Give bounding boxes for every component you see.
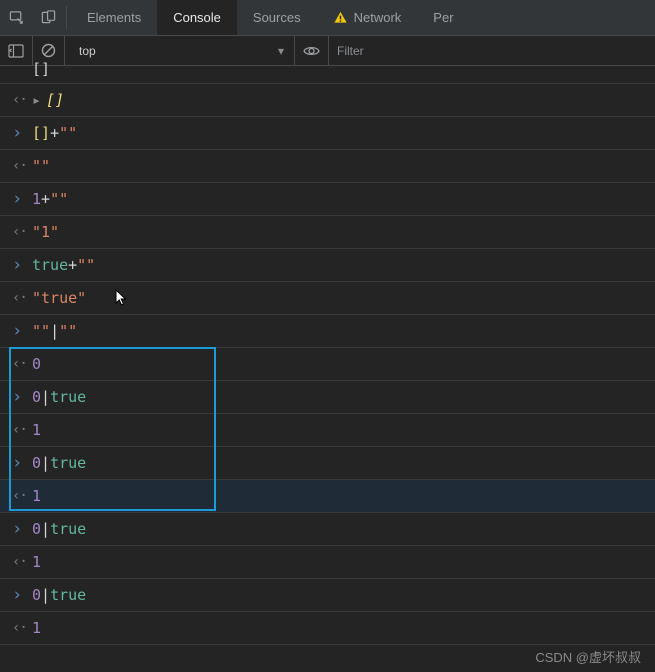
console-row[interactable]: ›0|true <box>0 381 655 414</box>
device-icon <box>41 10 56 25</box>
input-arrow-icon: › <box>6 585 32 605</box>
console-row[interactable]: ‹·"1" <box>0 216 655 249</box>
toggle-device-button[interactable] <box>32 0 64 35</box>
console-row[interactable]: ‹·"" <box>0 150 655 183</box>
disclosure-triangle-icon[interactable]: ▸ <box>32 91 46 109</box>
output-arrow-icon: ‹· <box>6 224 32 240</box>
row-content: 1 <box>32 619 41 637</box>
console-row[interactable]: ›""|"" <box>0 315 655 348</box>
row-content: [] <box>46 91 64 109</box>
warning-icon <box>333 10 348 25</box>
console-row[interactable]: ‹·1 <box>0 480 655 513</box>
output-arrow-icon: ‹· <box>6 554 32 570</box>
console-row[interactable]: ›true+"" <box>0 249 655 282</box>
row-content: 0|true <box>32 586 86 604</box>
console-output: []‹·▸[]›[]+""‹·""›1+""‹·"1"›true+""‹·"tr… <box>0 66 655 645</box>
output-arrow-icon: ‹· <box>6 290 32 306</box>
eye-icon <box>303 45 320 57</box>
row-content: "1" <box>32 223 59 241</box>
live-expression-button[interactable] <box>295 36 329 65</box>
tab-performance-cut[interactable]: Per <box>417 0 457 35</box>
row-content: ""|"" <box>32 322 77 340</box>
input-arrow-icon: › <box>6 255 32 275</box>
sidebar-icon <box>8 44 24 58</box>
context-label: top <box>79 44 96 58</box>
row-content: 0 <box>32 355 41 373</box>
clear-icon <box>41 43 56 58</box>
console-row[interactable]: ›0|true <box>0 579 655 612</box>
console-row[interactable]: ‹·1 <box>0 546 655 579</box>
row-content: 0|true <box>32 388 86 406</box>
chevron-down-icon: ▾ <box>278 44 284 58</box>
row-content: 0|true <box>32 454 86 472</box>
console-row[interactable]: ‹·1 <box>0 414 655 447</box>
output-arrow-icon: ‹· <box>6 620 32 636</box>
console-row[interactable]: ‹·"true" <box>0 282 655 315</box>
inspect-icon <box>9 10 24 25</box>
tab-console[interactable]: Console <box>157 0 237 35</box>
inspect-element-button[interactable] <box>0 0 32 35</box>
row-content: 1 <box>32 487 41 505</box>
output-arrow-icon: ‹· <box>6 422 32 438</box>
toggle-console-sidebar-button[interactable] <box>0 36 33 65</box>
row-content: 1 <box>32 421 41 439</box>
output-arrow-icon: ‹· <box>6 356 32 372</box>
console-toolbar: top ▾ <box>0 36 655 66</box>
console-row[interactable]: ›1+"" <box>0 183 655 216</box>
row-content: "true" <box>32 289 86 307</box>
row-content: [] <box>32 66 50 84</box>
input-arrow-icon: › <box>6 387 32 407</box>
console-row[interactable]: ‹·0 <box>0 348 655 381</box>
output-arrow-icon: ‹· <box>6 92 32 108</box>
console-row[interactable]: [] <box>0 66 655 84</box>
console-row[interactable]: ›0|true <box>0 447 655 480</box>
tab-network[interactable]: Network <box>317 0 418 35</box>
row-content: 0|true <box>32 520 86 538</box>
row-content: true+"" <box>32 256 95 274</box>
input-arrow-icon: › <box>6 321 32 341</box>
console-row[interactable]: ›[]+"" <box>0 117 655 150</box>
watermark: CSDN @虚坏叔叔 <box>535 647 641 666</box>
output-arrow-icon: ‹· <box>6 158 32 174</box>
tab-sources[interactable]: Sources <box>237 0 317 35</box>
row-content: "" <box>32 157 50 175</box>
input-arrow-icon: › <box>6 123 32 143</box>
row-content: 1+"" <box>32 190 68 208</box>
input-arrow-icon: › <box>6 519 32 539</box>
console-row[interactable]: ›0|true <box>0 513 655 546</box>
row-content: []+"" <box>32 124 77 142</box>
input-arrow-icon: › <box>6 453 32 473</box>
console-row[interactable]: ‹·▸[] <box>0 84 655 117</box>
output-arrow-icon: ‹· <box>6 488 32 504</box>
row-content: 1 <box>32 553 41 571</box>
input-arrow-icon: › <box>6 189 32 209</box>
console-row[interactable]: ‹·1 <box>0 612 655 645</box>
separator <box>66 6 67 29</box>
filter-input[interactable] <box>337 44 537 58</box>
filter-field[interactable] <box>329 36 545 65</box>
devtools-tab-bar: Elements Console Sources Network Per <box>0 0 655 36</box>
tab-elements[interactable]: Elements <box>71 0 157 35</box>
execution-context-select[interactable]: top ▾ <box>65 36 295 65</box>
